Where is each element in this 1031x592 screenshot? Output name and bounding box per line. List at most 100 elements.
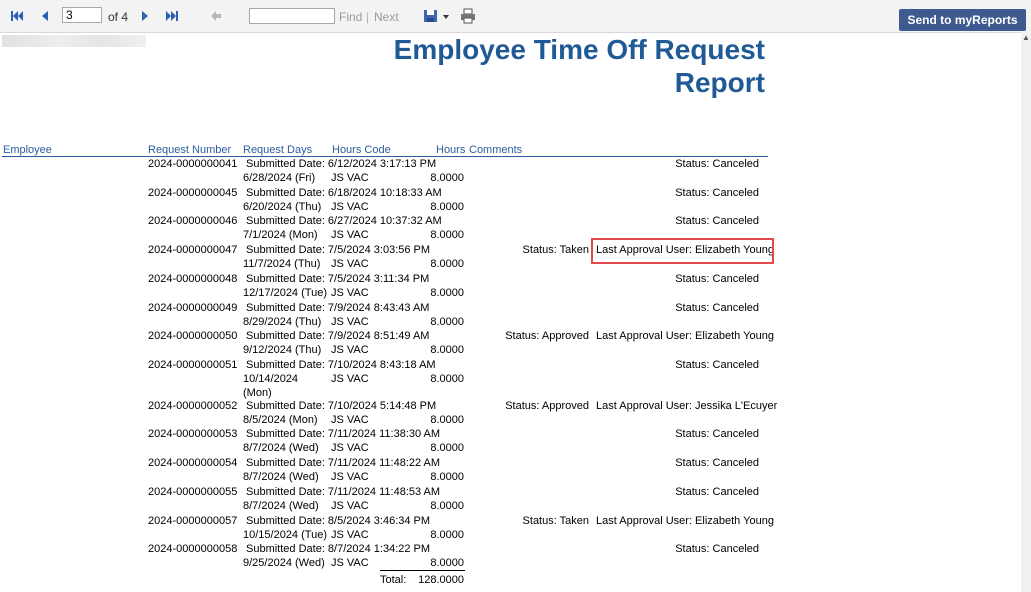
column-header-request-days: Request Days — [243, 144, 313, 156]
submitted-date: Submitted Date: 6/27/2024 10:37:32 AM — [246, 215, 442, 227]
request-number: 2024-0000000057 — [148, 515, 238, 527]
last-page-icon[interactable] — [165, 8, 179, 24]
request-status: Status: Canceled — [675, 457, 759, 469]
company-logo — [2, 35, 146, 47]
hours-code: JS VAC — [331, 201, 369, 213]
request-day: 12/17/2024 (Tue) — [243, 287, 327, 299]
request-number: 2024-0000000053 — [148, 428, 238, 440]
request-status: Status: Taken — [522, 244, 589, 256]
hours-code: JS VAC — [331, 529, 369, 541]
hours-code: JS VAC — [331, 442, 369, 454]
page-count-label: of 4 — [108, 10, 129, 24]
first-page-icon[interactable] — [10, 8, 24, 24]
request-status: Status: Canceled — [675, 187, 759, 199]
request-day: 10/15/2024 (Tue) — [243, 529, 327, 541]
request-number: 2024-0000000055 — [148, 486, 238, 498]
next-page-icon[interactable] — [140, 8, 150, 24]
hours-code: JS VAC — [331, 344, 369, 356]
total-value: 128.0000 — [418, 574, 464, 586]
request-status: Status: Approved — [505, 330, 589, 342]
page-number-input[interactable] — [62, 7, 102, 23]
hours-value: 8.0000 — [430, 373, 464, 385]
print-icon[interactable] — [459, 8, 477, 24]
request-day: 11/7/2024 (Thu) — [243, 258, 321, 270]
request-day: 8/5/2024 (Mon) — [243, 414, 318, 426]
request-number: 2024-0000000045 — [148, 187, 238, 199]
scroll-up-arrow-icon[interactable]: ▲ — [1022, 34, 1030, 42]
request-day: 10/14/2024 — [243, 373, 299, 385]
hours-value: 8.0000 — [430, 316, 464, 328]
submitted-date: Submitted Date: 7/11/2024 11:48:22 AM — [246, 457, 441, 469]
previous-page-icon[interactable] — [40, 8, 50, 24]
toolbar-separator: | — [366, 10, 370, 24]
request-day: 8/7/2024 (Wed) — [243, 471, 319, 483]
submitted-date: Submitted Date: 6/12/2024 3:17:13 PM — [246, 158, 437, 170]
vertical-scrollbar[interactable] — [1021, 32, 1031, 592]
submitted-date: Submitted Date: 7/5/2024 3:11:34 PM — [246, 273, 430, 285]
hours-value: 8.0000 — [430, 557, 464, 569]
request-status: Status: Canceled — [675, 302, 759, 314]
find-next-link[interactable]: Next — [374, 10, 399, 24]
hours-value: 8.0000 — [430, 344, 464, 356]
request-number: 2024-0000000049 — [148, 302, 238, 314]
last-approval-user: Last Approval User: Jessika L'Ecuyer — [596, 400, 778, 412]
submitted-date: Submitted Date: 7/9/2024 8:51:49 AM — [246, 330, 430, 342]
hours-value: 8.0000 — [430, 414, 464, 426]
hours-code: JS VAC — [331, 172, 369, 184]
hours-code: JS VAC — [331, 229, 369, 241]
request-status: Status: Canceled — [675, 158, 759, 170]
send-to-myreports-button[interactable]: Send to myReports — [899, 9, 1026, 31]
request-day: 8/29/2024 (Thu) — [243, 316, 322, 328]
request-number: 2024-0000000051 — [148, 359, 238, 371]
export-icon[interactable] — [421, 8, 451, 24]
request-day: 8/7/2024 (Wed) — [243, 500, 319, 512]
request-status: Status: Canceled — [675, 428, 759, 440]
submitted-date: Submitted Date: 7/10/2024 5:14:48 PM — [246, 400, 437, 412]
hours-value: 8.0000 — [430, 287, 464, 299]
request-day: 8/7/2024 (Wed) — [243, 442, 319, 454]
hours-value: 8.0000 — [430, 258, 464, 270]
hours-code: JS VAC — [331, 373, 369, 385]
request-number: 2024-0000000054 — [148, 457, 238, 469]
submitted-date: Submitted Date: 7/5/2024 3:03:56 PM — [246, 244, 431, 256]
request-status: Status: Approved — [505, 400, 589, 412]
report-title: Employee Time Off Request Report — [345, 33, 765, 99]
hours-code: JS VAC — [331, 258, 369, 270]
request-number: 2024-0000000041 — [148, 158, 238, 170]
hours-value: 8.0000 — [430, 471, 464, 483]
back-to-parent-icon[interactable] — [209, 8, 223, 24]
column-header-comments: Comments — [469, 144, 523, 156]
hours-value: 8.0000 — [430, 229, 464, 241]
request-status: Status: Canceled — [675, 359, 759, 371]
request-day: 9/12/2024 (Thu) — [243, 344, 322, 356]
request-status: Status: Canceled — [675, 215, 759, 227]
submitted-date: Submitted Date: 8/5/2024 3:46:34 PM — [246, 515, 431, 527]
report-toolbar: of 4 Find | Next Send to myReports — [0, 0, 1031, 33]
request-status: Status: Canceled — [675, 543, 759, 555]
hours-code: JS VAC — [331, 557, 369, 569]
request-number: 2024-0000000052 — [148, 400, 238, 412]
request-day-weekday: (Mon) — [243, 387, 272, 399]
request-status: Status: Canceled — [675, 486, 759, 498]
submitted-date: Submitted Date: 7/9/2024 8:43:43 AM — [246, 302, 430, 314]
find-link[interactable]: Find — [339, 10, 362, 24]
request-status: Status: Taken — [522, 515, 589, 527]
submitted-date: Submitted Date: 7/11/2024 11:48:53 AM — [246, 486, 441, 498]
submitted-date: Submitted Date: 6/18/2024 10:18:33 AM — [246, 187, 442, 199]
request-day: 6/28/2024 (Fri) — [243, 172, 316, 184]
header-divider — [2, 156, 768, 157]
request-number: 2024-0000000046 — [148, 215, 238, 227]
column-header-request-number: Request Number — [148, 144, 232, 156]
submitted-date: Submitted Date: 7/11/2024 11:38:30 AM — [246, 428, 441, 440]
report-title-line2: Report — [674, 67, 765, 98]
find-input[interactable] — [249, 8, 335, 24]
request-status: Status: Canceled — [675, 273, 759, 285]
hours-code: JS VAC — [331, 500, 369, 512]
request-number: 2024-0000000048 — [148, 273, 238, 285]
request-number: 2024-0000000047 — [148, 244, 238, 256]
hours-value: 8.0000 — [430, 201, 464, 213]
request-day: 9/25/2024 (Wed) — [243, 557, 325, 569]
column-header-hours: Hours — [436, 144, 466, 156]
report-title-line1: Employee Time Off Request — [393, 34, 765, 65]
total-divider — [380, 570, 465, 571]
